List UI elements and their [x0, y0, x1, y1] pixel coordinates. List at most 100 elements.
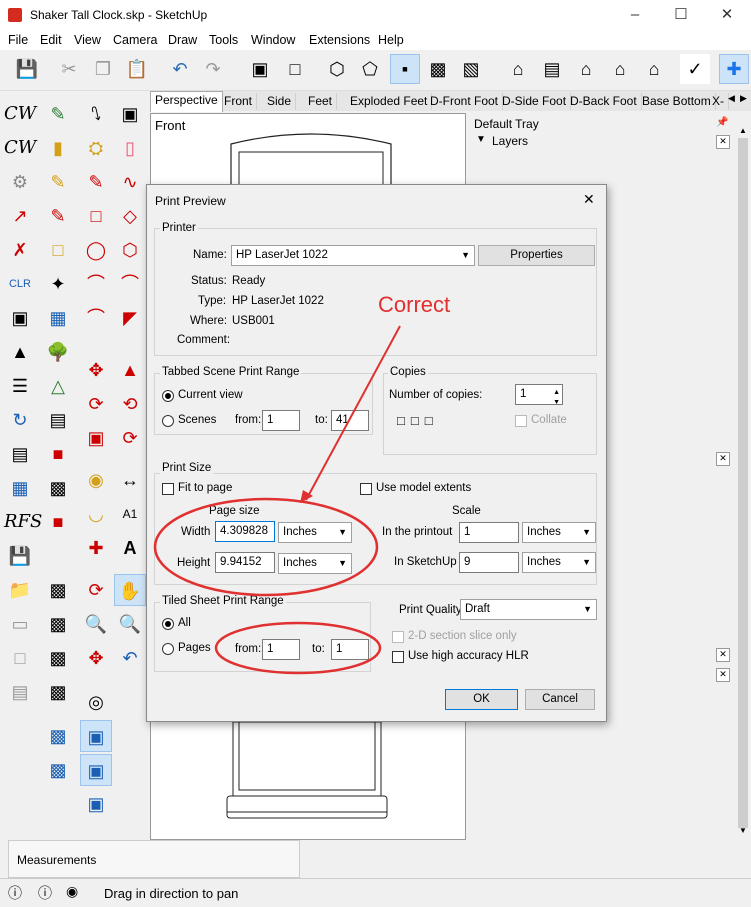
xray-icon[interactable]: ▣	[245, 54, 275, 84]
close-button[interactable]: ✕	[704, 0, 750, 32]
component-4-icon[interactable]: ▩	[42, 676, 74, 708]
grid-icon[interactable]: ▦	[42, 302, 74, 334]
eraser-icon[interactable]: ▯	[114, 132, 146, 164]
extension-tool-icon[interactable]: ⚙	[4, 166, 36, 198]
axes-icon[interactable]: ✚	[719, 54, 749, 84]
printer-name-select[interactable]: HP LaserJet 1022 ▼	[231, 245, 475, 266]
offset-icon[interactable]: ⟳	[114, 422, 146, 454]
tape-measure-icon[interactable]: ◉	[80, 464, 112, 496]
zoom-window-icon[interactable]: 🔍	[114, 608, 146, 640]
sketchup-input[interactable]: 9	[459, 552, 519, 573]
tabs-scroll-left-icon[interactable]: ◀	[728, 93, 735, 104]
select-icon[interactable]: ⭛	[80, 98, 112, 130]
axes-tool-icon[interactable]: ✚	[80, 532, 112, 564]
save-icon[interactable]: 💾	[12, 54, 42, 84]
menu-tools[interactable]: Tools	[209, 33, 238, 47]
disk-icon[interactable]: 💾	[4, 540, 36, 572]
tab-x[interactable]: X-	[708, 93, 729, 110]
loop-tool-icon[interactable]: ↻	[4, 404, 36, 436]
component-2-icon[interactable]: ▩	[42, 608, 74, 640]
shaded-textures-icon[interactable]: ▩	[423, 54, 453, 84]
menu-camera[interactable]: Camera	[113, 33, 157, 47]
clr-icon[interactable]: CLR	[4, 268, 36, 300]
menu-view[interactable]: View	[74, 33, 101, 47]
cw-export-icon[interactable]: ▦	[4, 472, 36, 504]
position-camera-icon[interactable]: ◎	[80, 686, 112, 718]
close-panel-icon[interactable]: ✕	[716, 135, 730, 149]
folder-icon[interactable]: 📁	[4, 574, 36, 606]
list-tool-icon[interactable]: ☰	[4, 370, 36, 402]
section-slice-checkbox[interactable]	[392, 631, 404, 643]
hatch-icon[interactable]: ▤	[4, 438, 36, 470]
dimension-icon[interactable]: ↔	[114, 464, 146, 496]
freehand-icon[interactable]: ∿	[114, 166, 146, 198]
cw-icon[interactable]: CW	[4, 98, 36, 130]
tray-icon[interactable]: ▭	[4, 608, 36, 640]
section-display-icon[interactable]: ▣	[80, 754, 112, 786]
red-tool-icon[interactable]: ■	[42, 438, 74, 470]
dimension-tool-icon[interactable]: ↗	[4, 200, 36, 232]
line-icon[interactable]: ✎	[80, 166, 112, 198]
box-icon[interactable]: □	[4, 642, 36, 674]
scroll-thumb[interactable]	[738, 138, 748, 828]
zoom-extents-icon[interactable]: ✥	[80, 642, 112, 674]
pin-icon[interactable]: 📌	[716, 117, 728, 128]
copy-icon[interactable]: ❐	[88, 54, 118, 84]
cube-red-icon[interactable]: ■	[42, 506, 74, 538]
ok-button[interactable]: OK	[445, 689, 518, 710]
rectangle-icon[interactable]: □	[80, 200, 112, 232]
triangle-icon[interactable]: △	[42, 370, 74, 402]
tab-side[interactable]: Side	[263, 93, 297, 110]
menu-edit[interactable]: Edit	[40, 33, 62, 47]
tab-d-front-foot[interactable]: D-Front Foot	[426, 93, 504, 110]
all-pages-radio[interactable]	[162, 618, 174, 630]
height-input[interactable]: 9.94152	[215, 552, 275, 573]
paint-bucket-icon[interactable]: ⛭	[80, 132, 112, 164]
model-extents-checkbox[interactable]	[360, 483, 372, 495]
text-icon[interactable]: A1	[114, 498, 146, 530]
pencil-icon[interactable]: ✎	[42, 166, 74, 198]
tray-panel-header[interactable]: ▼ Layers ✕	[470, 134, 732, 150]
extrude-icon[interactable]: ▲	[4, 336, 36, 368]
redo-icon[interactable]: ↷	[198, 54, 228, 84]
maximize-button[interactable]: ☐	[658, 0, 704, 32]
sketchup-unit-select[interactable]: Inches ▼	[522, 552, 596, 573]
component-icon[interactable]: ▣	[114, 98, 146, 130]
rfs-icon[interactable]: RFS	[4, 506, 42, 538]
dialog-close-icon[interactable]: ✕	[583, 191, 595, 208]
scenes-from-input[interactable]: 1	[262, 410, 300, 431]
pencil-green-icon[interactable]: ✎	[42, 98, 74, 130]
print-quality-select[interactable]: Draft ▼	[460, 599, 597, 620]
collate-checkbox[interactable]	[515, 415, 527, 427]
rotated-rectangle-icon[interactable]: ◇	[114, 200, 146, 232]
fit-to-page-checkbox[interactable]	[162, 483, 174, 495]
geolocation-icon[interactable]: ⓘ	[8, 883, 22, 903]
close-panel-4-icon[interactable]: ✕	[716, 668, 730, 682]
credits-icon[interactable]: ⓘ	[38, 883, 52, 903]
tab-perspective[interactable]: Perspective	[150, 91, 223, 112]
copies-spinner[interactable]: 1 ▲ ▼	[515, 384, 563, 406]
shaded-icon[interactable]: ▪	[390, 54, 420, 84]
front-view-icon[interactable]: ⌂	[571, 54, 601, 84]
pie-icon[interactable]: ◤	[114, 302, 146, 334]
push-pull-icon[interactable]: ▲	[114, 354, 146, 386]
cancel-button[interactable]: Cancel	[525, 689, 595, 710]
width-unit-select[interactable]: Inches ▼	[278, 522, 352, 543]
monochrome-icon[interactable]: ▧	[456, 54, 486, 84]
pages-to-input[interactable]: 1	[331, 639, 369, 660]
panel-icon[interactable]: ▤	[4, 676, 36, 708]
iso-view-icon[interactable]: ⌂	[503, 54, 533, 84]
3d-text-icon[interactable]: A	[114, 532, 146, 564]
tab-d-side-foot[interactable]: D-Side Foot	[498, 93, 572, 110]
arc-2-icon[interactable]: ⌒	[114, 268, 146, 300]
spin-down-icon[interactable]: ▼	[553, 393, 560, 412]
close-panel-2-icon[interactable]: ✕	[716, 452, 730, 466]
undo-icon[interactable]: ↶	[165, 54, 195, 84]
hatch-pattern-icon[interactable]: ▤	[42, 404, 74, 436]
right-view-icon[interactable]: ⌂	[605, 54, 635, 84]
measurements-box[interactable]: Measurements	[8, 840, 300, 878]
section-plane-icon[interactable]: ▣	[80, 720, 112, 752]
user-icon[interactable]: ◉	[66, 883, 78, 900]
hidden-line-icon[interactable]: ⬠	[355, 54, 385, 84]
properties-button[interactable]: Properties	[478, 245, 595, 266]
